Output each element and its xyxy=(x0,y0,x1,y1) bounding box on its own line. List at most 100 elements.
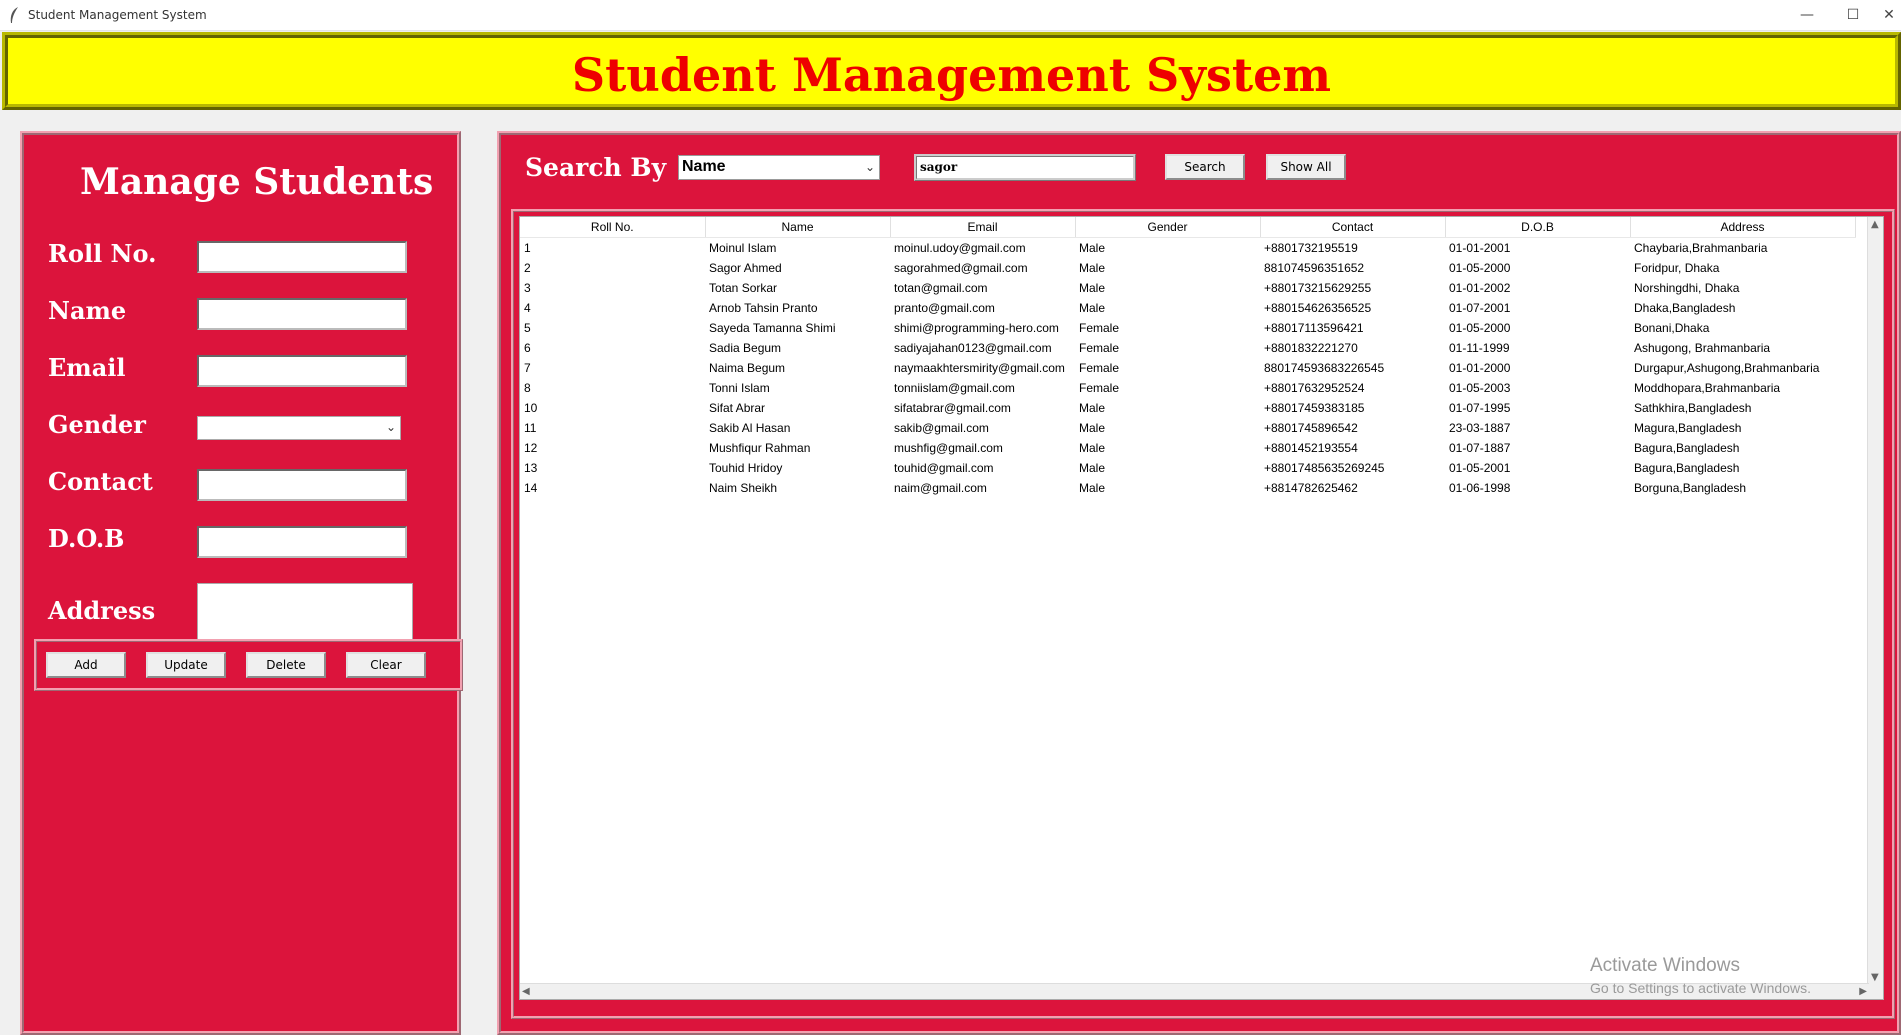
search-button[interactable]: Search xyxy=(1165,154,1245,180)
name-input[interactable] xyxy=(197,298,407,330)
column-header-roll[interactable]: Roll No. xyxy=(520,217,706,238)
cell-roll: 1 xyxy=(524,241,531,255)
cell-dob: 01-05-2000 xyxy=(1449,321,1511,335)
cell-address: Bonani,Dhaka xyxy=(1634,321,1710,335)
cell-address: Foridpur, Dhaka xyxy=(1634,261,1720,275)
chevron-down-icon: ⌄ xyxy=(864,160,875,174)
maximize-button[interactable]: ☐ xyxy=(1833,4,1873,26)
update-button[interactable]: Update xyxy=(146,652,226,678)
column-header-name[interactable]: Name xyxy=(705,217,891,238)
cell-contact: +8801745896542 xyxy=(1264,421,1358,435)
table-row[interactable]: 3 Totan Sorkar totan@gmail.com Male +8801732… xyxy=(520,278,1855,298)
cell-contact: +88017632952524 xyxy=(1264,381,1365,395)
search-by-value: Name xyxy=(682,158,726,175)
table-row[interactable]: 8 Tonni Islam tonniislam@gmail.com Female +8… xyxy=(520,378,1855,398)
table-row[interactable]: 11 Sakib Al Hasan sakib@gmail.com Male +8801… xyxy=(520,418,1855,438)
table-row[interactable]: 7 Naima Begum naymaakhtersmirity@gmail.com… xyxy=(520,358,1855,378)
cell-name: Naim Sheikh xyxy=(709,481,778,495)
address-textarea[interactable] xyxy=(197,583,413,643)
clear-button[interactable]: Clear xyxy=(346,652,426,678)
cell-address: Borguna,Bangladesh xyxy=(1634,481,1747,495)
table-frame: Roll No. Name Email Gender Contact D.O.B… xyxy=(511,209,1895,1019)
scroll-left-icon[interactable]: ◀ xyxy=(522,986,530,997)
gender-select[interactable]: ⌄ xyxy=(197,416,401,440)
table-row[interactable]: 13 Touhid Hridoy touhid@gmail.com Male +8801… xyxy=(520,458,1855,478)
cell-roll: 10 xyxy=(524,401,538,415)
cell-gender: Male xyxy=(1079,401,1106,415)
cell-address: Ashugong, Brahmanbaria xyxy=(1634,341,1771,355)
dob-input[interactable] xyxy=(197,526,407,558)
vertical-scrollbar[interactable]: ▲ ▼ xyxy=(1867,217,1883,999)
cell-address: Chaybaria,Brahmanbaria xyxy=(1634,241,1768,255)
add-button[interactable]: Add xyxy=(46,652,126,678)
scroll-down-icon[interactable]: ▼ xyxy=(1871,972,1879,983)
cell-contact: +8801732195519 xyxy=(1264,241,1358,255)
cell-name: Sadia Begum xyxy=(709,341,782,355)
gender-label: Gender xyxy=(48,410,146,439)
cell-contact: 880174593683226545 xyxy=(1264,361,1385,375)
email-input[interactable] xyxy=(197,355,407,387)
scroll-right-icon[interactable]: ▶ xyxy=(1859,986,1867,997)
cell-contact: +880154626356525 xyxy=(1264,301,1372,315)
roll-input[interactable] xyxy=(197,241,407,273)
column-header-dob[interactable]: D.O.B xyxy=(1445,217,1631,238)
cell-address: Durgapur,Ashugong,Brahmanbaria xyxy=(1634,361,1820,375)
show-all-button[interactable]: Show All xyxy=(1266,154,1346,180)
minimize-button[interactable]: — xyxy=(1787,4,1827,26)
cell-gender: Male xyxy=(1079,241,1106,255)
cell-name: Arnob Tahsin Pranto xyxy=(709,301,818,315)
search-input[interactable]: sagor xyxy=(914,154,1136,181)
table-row[interactable]: 6 Sadia Begum sadiyajahan0123@gmail.com Fem… xyxy=(520,338,1855,358)
chevron-down-icon: ⌄ xyxy=(385,420,396,434)
table-row[interactable]: 12 Mushfiqur Rahman mushfig@gmail.com Male +… xyxy=(520,438,1855,458)
table-row[interactable]: 1 Moinul Islam moinul.udoy@gmail.com Male +8… xyxy=(520,238,1855,259)
watermark-line1: Activate Windows xyxy=(1590,955,1740,976)
cell-dob: 01-05-2000 xyxy=(1449,261,1511,275)
cell-name: Moinul Islam xyxy=(709,241,777,255)
contact-input[interactable] xyxy=(197,469,407,501)
close-button[interactable]: ✕ xyxy=(1877,4,1901,26)
table-row[interactable]: 10 Sifat Abrar sifatabrar@gmail.com Male +88… xyxy=(520,398,1855,418)
cell-name: Sayeda Tamanna Shimi xyxy=(709,321,836,335)
table-row[interactable]: 14 Naim Sheikh naim@gmail.com Male +88147826… xyxy=(520,478,1855,498)
cell-roll: 8 xyxy=(524,381,531,395)
cell-name: Sakib Al Hasan xyxy=(709,421,791,435)
cell-roll: 13 xyxy=(524,461,538,475)
scroll-up-icon[interactable]: ▲ xyxy=(1871,219,1879,230)
page-title: Student Management System xyxy=(571,48,1332,102)
cell-dob: 01-01-2000 xyxy=(1449,361,1511,375)
cell-contact: +88017459383185 xyxy=(1264,401,1365,415)
cell-roll: 12 xyxy=(524,441,538,455)
cell-contact: +88017485635269245 xyxy=(1264,461,1385,475)
cell-address: Moddhopara,Brahmanbaria xyxy=(1634,381,1781,395)
cell-roll: 3 xyxy=(524,281,531,295)
cell-gender: Female xyxy=(1079,321,1120,335)
cell-gender: Male xyxy=(1079,441,1106,455)
table-row[interactable]: 5 Sayeda Tamanna Shimi shimi@programming-h… xyxy=(520,318,1855,338)
cell-dob: 01-06-1998 xyxy=(1449,481,1511,495)
cell-gender: Male xyxy=(1079,481,1106,495)
table-row[interactable]: 4 Arnob Tahsin Pranto pranto@gmail.com Male… xyxy=(520,298,1855,318)
cell-name: Touhid Hridoy xyxy=(709,461,783,475)
cell-address: Sathkhira,Bangladesh xyxy=(1634,401,1752,415)
column-header-address[interactable]: Address xyxy=(1630,217,1856,238)
table-row[interactable]: 2 Sagor Ahmed sagorahmed@gmail.com Male 8810… xyxy=(520,258,1855,278)
student-table[interactable]: Roll No. Name Email Gender Contact D.O.B… xyxy=(519,216,1884,1000)
cell-dob: 23-03-1887 xyxy=(1449,421,1511,435)
cell-contact: +880173215629255 xyxy=(1264,281,1372,295)
name-label: Name xyxy=(48,296,127,325)
cell-email: moinul.udoy@gmail.com xyxy=(894,241,1026,255)
column-header-contact[interactable]: Contact xyxy=(1260,217,1446,238)
cell-contact: +8801832221270 xyxy=(1264,341,1358,355)
manage-title: Manage Students xyxy=(80,161,434,203)
column-header-gender[interactable]: Gender xyxy=(1075,217,1261,238)
cell-contact: +88017113596421 xyxy=(1264,321,1364,335)
search-by-select[interactable]: Name ⌄ xyxy=(678,155,880,180)
cell-roll: 14 xyxy=(524,481,538,495)
cell-name: Tonni Islam xyxy=(709,381,770,395)
delete-button[interactable]: Delete xyxy=(246,652,326,678)
column-header-email[interactable]: Email xyxy=(890,217,1076,238)
cell-gender: Male xyxy=(1079,301,1106,315)
window-titlebar: Student Management System — ☐ ✕ xyxy=(0,0,1901,31)
app-header: Student Management System xyxy=(2,32,1901,110)
